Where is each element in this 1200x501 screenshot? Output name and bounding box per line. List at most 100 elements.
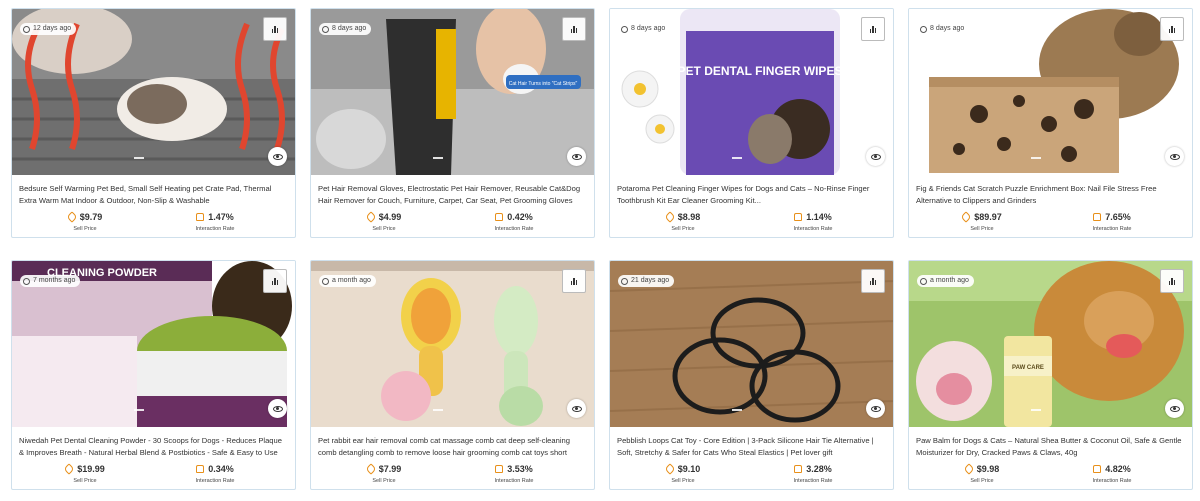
- product-image[interactable]: PET DENTAL FINGER WIPES 8 days ago: [610, 9, 893, 175]
- sell-price: $9.10 Sell Price: [643, 463, 723, 484]
- preview-eye-button[interactable]: [567, 147, 586, 166]
- interaction-rate: 7.65% Interaction Rate: [1092, 212, 1132, 232]
- age-badge: 8 days ago: [618, 23, 671, 35]
- price-tag-icon: [63, 463, 75, 475]
- thumbs-up-icon: [196, 465, 205, 473]
- price-tag-icon: [963, 463, 975, 475]
- sell-price: $9.79 Sell Price: [45, 211, 125, 232]
- preview-eye-button[interactable]: [268, 399, 287, 418]
- clock-icon: [920, 25, 927, 33]
- product-image[interactable]: 8 days ago: [909, 9, 1192, 175]
- product-image[interactable]: Cat Hair Turns into "Cat Strips" 8 days …: [311, 9, 594, 175]
- preview-eye-button[interactable]: [1165, 147, 1184, 166]
- stats-button[interactable]: [263, 17, 287, 41]
- eye-icon: [870, 405, 881, 412]
- stats-button[interactable]: [562, 17, 586, 41]
- sell-price: $8.98 Sell Price: [643, 211, 723, 232]
- sell-price: $19.99 Sell Price: [45, 463, 125, 484]
- age-badge: 21 days ago: [618, 275, 675, 287]
- product-image[interactable]: 12 days ago: [12, 9, 295, 175]
- eye-icon: [272, 405, 283, 412]
- eye-icon: [1169, 405, 1180, 412]
- preview-eye-button[interactable]: [866, 399, 885, 418]
- price-tag-icon: [66, 211, 78, 223]
- product-title[interactable]: Paw Balm for Dogs & Cats – Natural Shea …: [916, 435, 1186, 459]
- preview-eye-button[interactable]: [1165, 399, 1184, 418]
- price-tag-icon: [664, 463, 676, 475]
- thumbs-up-icon: [495, 465, 504, 473]
- product-card[interactable]: 12 days ago Bedsure Self Warming Pet Bed…: [11, 8, 296, 238]
- carousel-indicator: [134, 157, 144, 159]
- interaction-rate: 1.47% Interaction Rate: [195, 212, 235, 232]
- stats-button[interactable]: [1160, 17, 1184, 41]
- product-card[interactable]: PET DENTAL FINGER WIPES 8 days ago Potar…: [609, 8, 894, 238]
- carousel-indicator: [433, 409, 443, 411]
- age-badge: 8 days ago: [319, 23, 372, 35]
- stats-button[interactable]: [1160, 269, 1184, 293]
- sell-price: $89.97 Sell Price: [942, 211, 1022, 232]
- stats-button[interactable]: [562, 269, 586, 293]
- product-title[interactable]: Potaroma Pet Cleaning Finger Wipes for D…: [617, 183, 887, 207]
- price-tag-icon: [365, 211, 377, 223]
- product-image[interactable]: PAW CARE a month ago: [909, 261, 1192, 427]
- interaction-rate: 0.34% Interaction Rate: [195, 464, 235, 484]
- clock-icon: [322, 277, 329, 285]
- image-caption: PAW CARE: [1012, 365, 1044, 371]
- preview-eye-button[interactable]: [866, 147, 885, 166]
- thumbs-up-icon: [794, 465, 803, 473]
- age-badge: a month ago: [917, 275, 974, 287]
- thumbs-up-icon: [1093, 465, 1102, 473]
- product-title[interactable]: Pet rabbit ear hair removal comb cat mas…: [318, 435, 588, 459]
- product-image[interactable]: a month ago: [311, 261, 594, 427]
- clock-icon: [322, 25, 329, 33]
- product-card[interactable]: 8 days ago Fig & Friends Cat Scratch Puz…: [908, 8, 1193, 238]
- eye-icon: [571, 153, 582, 160]
- thumbs-up-icon: [1093, 213, 1102, 221]
- eye-icon: [571, 405, 582, 412]
- age-badge: 12 days ago: [20, 23, 77, 35]
- carousel-indicator: [433, 157, 443, 159]
- image-caption: Cat Hair Turns into "Cat Strips": [509, 81, 578, 87]
- product-card[interactable]: a month ago Pet rabbit ear hair removal …: [310, 260, 595, 490]
- price-tag-icon: [664, 211, 676, 223]
- stats-button[interactable]: [861, 17, 885, 41]
- age-badge: a month ago: [319, 275, 376, 287]
- sell-price: $4.99 Sell Price: [344, 211, 424, 232]
- product-title[interactable]: Bedsure Self Warming Pet Bed, Small Self…: [19, 183, 289, 207]
- product-title[interactable]: Fig & Friends Cat Scratch Puzzle Enrichm…: [916, 183, 1186, 207]
- stats-button[interactable]: [263, 269, 287, 293]
- interaction-rate: 3.53% Interaction Rate: [494, 464, 534, 484]
- stats-button[interactable]: [861, 269, 885, 293]
- product-title[interactable]: Pet Hair Removal Gloves, Electrostatic P…: [318, 183, 588, 207]
- age-badge: 8 days ago: [917, 23, 970, 35]
- preview-eye-button[interactable]: [268, 147, 287, 166]
- eye-icon: [1169, 153, 1180, 160]
- interaction-rate: 4.82% Interaction Rate: [1092, 464, 1132, 484]
- eye-icon: [870, 153, 881, 160]
- product-card[interactable]: 21 days ago Pebblish Loops Cat Toy - Cor…: [609, 260, 894, 490]
- carousel-indicator: [732, 409, 742, 411]
- clock-icon: [621, 25, 628, 33]
- product-image[interactable]: CLEANING POWDER 7 months ago: [12, 261, 295, 427]
- product-card[interactable]: Cat Hair Turns into "Cat Strips" 8 days …: [310, 8, 595, 238]
- eye-icon: [272, 153, 283, 160]
- sell-price: $7.99 Sell Price: [344, 463, 424, 484]
- price-tag-icon: [960, 211, 972, 223]
- interaction-rate: 1.14% Interaction Rate: [793, 212, 833, 232]
- interaction-rate: 0.42% Interaction Rate: [494, 212, 534, 232]
- clock-icon: [23, 25, 30, 33]
- carousel-indicator: [1031, 409, 1041, 411]
- product-title[interactable]: Niwedah Pet Dental Cleaning Powder - 30 …: [19, 435, 289, 459]
- thumbs-up-icon: [495, 213, 504, 221]
- carousel-indicator: [1031, 157, 1041, 159]
- product-card[interactable]: CLEANING POWDER 7 months ago Niwedah Pet…: [11, 260, 296, 490]
- sell-price: $9.98 Sell Price: [942, 463, 1022, 484]
- interaction-rate: 3.28% Interaction Rate: [793, 464, 833, 484]
- clock-icon: [920, 277, 927, 285]
- preview-eye-button[interactable]: [567, 399, 586, 418]
- carousel-indicator: [732, 157, 742, 159]
- product-image[interactable]: 21 days ago: [610, 261, 893, 427]
- product-card[interactable]: PAW CARE a month ago Paw Balm for Dogs &…: [908, 260, 1193, 490]
- price-tag-icon: [365, 463, 377, 475]
- product-title[interactable]: Pebblish Loops Cat Toy - Core Edition | …: [617, 435, 887, 459]
